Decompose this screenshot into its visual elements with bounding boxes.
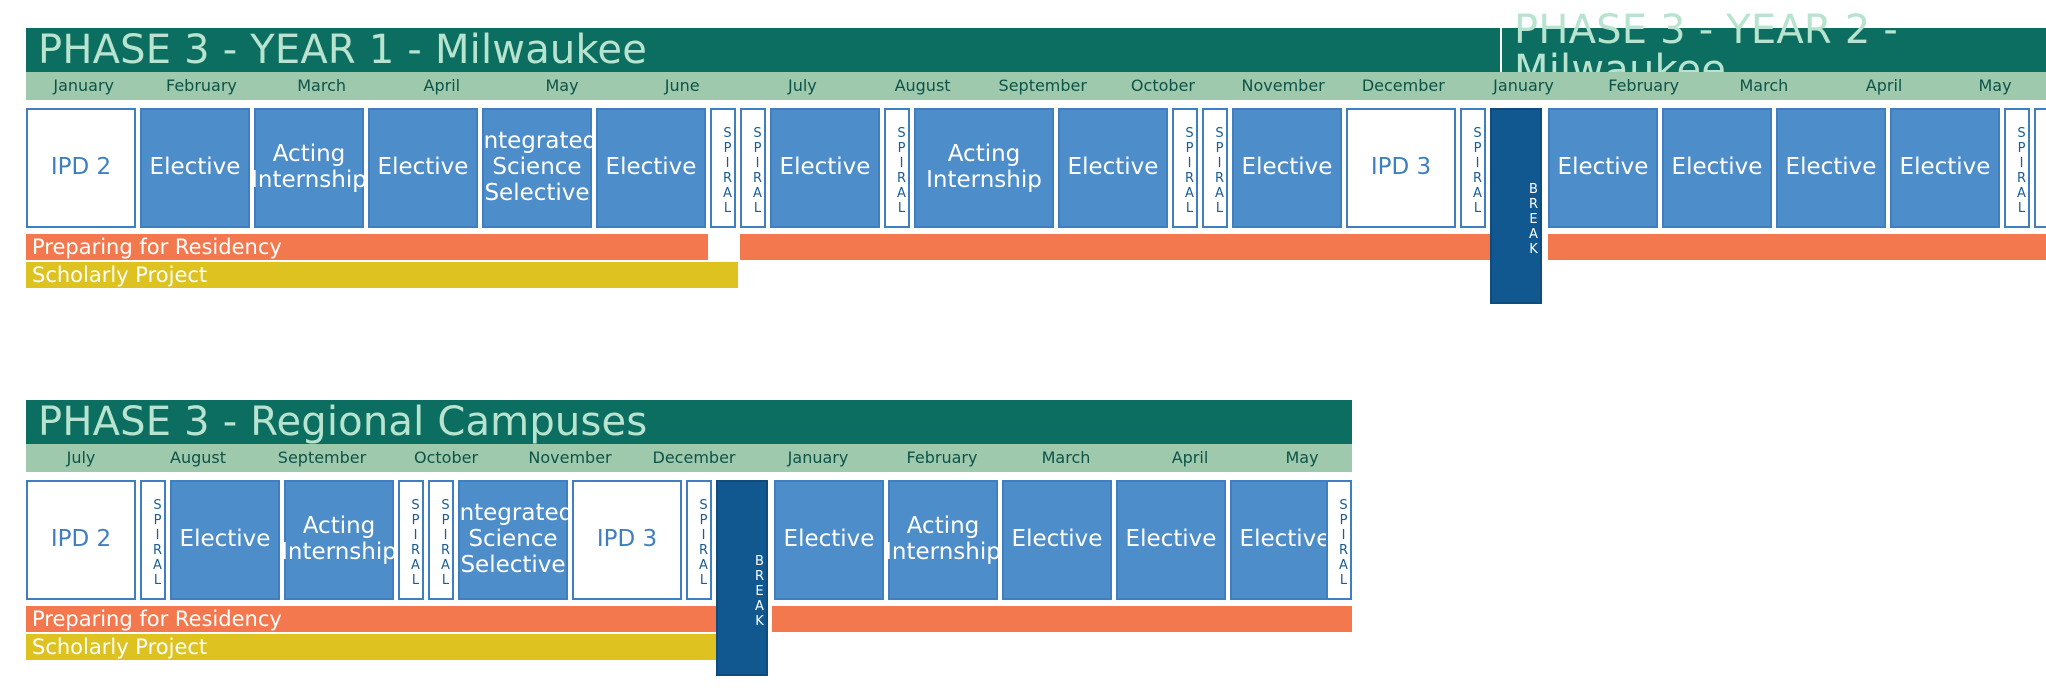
month-label: August	[894, 76, 951, 95]
block-integrated-science-selective[interactable]: Integrated Science Selective	[477, 108, 597, 228]
block-elective[interactable]: Elective	[140, 108, 250, 228]
block-acting-internship[interactable]: Acting Internship	[885, 480, 1001, 600]
month-label: January	[1493, 76, 1554, 95]
phase-header-regional: PHASE 3 - Regional Campuses	[26, 400, 1352, 444]
month-label: February	[1608, 76, 1680, 95]
month-label: May	[545, 76, 579, 95]
block-elective[interactable]: Elective	[1662, 108, 1772, 228]
block-elective[interactable]: Elective	[1230, 480, 1340, 600]
block-spiral[interactable]: SPIRAL	[1460, 108, 1486, 228]
month-label: February	[165, 76, 237, 95]
month-label: October	[1130, 76, 1195, 95]
block-spiral[interactable]: SPIRAL	[740, 108, 766, 228]
month-label: August	[170, 448, 226, 467]
block-spiral[interactable]: SPIRAL	[2004, 108, 2030, 228]
block-acting-internship[interactable]: Acting Internship	[281, 480, 397, 600]
block-ipd3[interactable]: IPD 3	[572, 480, 682, 600]
block-spiral[interactable]: SPIRAL	[428, 480, 454, 600]
bar-preparing-for-residency-segment	[740, 234, 1490, 260]
block-elective[interactable]: Elective	[368, 108, 478, 228]
month-label: October	[413, 448, 479, 467]
block-spiral[interactable]: SPIRAL	[710, 108, 736, 228]
phase-header-year2: PHASE 3 - YEAR 2 - Milwaukee	[1502, 10, 2046, 90]
month-label: March	[1739, 76, 1789, 95]
block-acting-internship[interactable]: Acting Internship	[914, 108, 1054, 228]
month-label: February	[906, 448, 978, 467]
block-elective[interactable]: Elective	[1890, 108, 2000, 228]
block-acting-internship[interactable]: Acting Internship	[251, 108, 367, 228]
block-elective[interactable]: Elective	[170, 480, 280, 600]
block-ipd3[interactable]: IPD 3	[1346, 108, 1456, 228]
month-label: July	[787, 76, 817, 95]
block-elective[interactable]: Elective	[1232, 108, 1342, 228]
month-label: March	[1041, 448, 1091, 467]
month-label: April	[1171, 448, 1209, 467]
block-integrated-science-selective[interactable]: Integrated Science Selective	[453, 480, 573, 600]
block-elective[interactable]: Elective	[770, 108, 880, 228]
month-label: December	[652, 448, 736, 467]
block-ipd2[interactable]: IPD 2	[26, 480, 136, 600]
month-label: September	[998, 76, 1087, 95]
block-spiral[interactable]: SPIRAL	[398, 480, 424, 600]
month-label: July	[66, 448, 96, 467]
bar-preparing-for-residency: Preparing for Residency	[26, 606, 716, 632]
block-ipd2[interactable]: IPD 2	[26, 108, 136, 228]
bar-scholarly-project: Scholarly Project	[26, 262, 738, 288]
bar-preparing-for-residency: Preparing for Residency	[26, 234, 708, 260]
month-label: March	[297, 76, 347, 95]
block-spiral[interactable]: SPIRAL	[686, 480, 712, 600]
block-row-regional: IPD 2 SPIRAL Elective Acting Internship …	[0, 480, 2046, 676]
block-spiral[interactable]: SPIRAL	[1202, 108, 1228, 228]
block-spiral[interactable]: SPIRAL	[1172, 108, 1198, 228]
month-label: September	[277, 448, 367, 467]
month-label: May	[1285, 448, 1319, 467]
month-label: June	[664, 76, 700, 95]
phase-header-year1: PHASE 3 - YEAR 1 - Milwaukee	[26, 28, 1500, 72]
month-label: November	[528, 448, 612, 467]
bar-preparing-for-residency-segment	[772, 606, 1352, 632]
block-elective[interactable]: Elective	[1058, 108, 1168, 228]
month-label: May	[1978, 76, 2012, 95]
bar-scholarly-project: Scholarly Project	[26, 634, 716, 660]
block-spiral[interactable]: SPIRAL	[2034, 108, 2046, 228]
block-row-milwaukee: IPD 2 Elective Acting Internship Electiv…	[0, 108, 2046, 304]
block-break[interactable]: BREAK	[716, 480, 768, 676]
block-spiral[interactable]: SPIRAL	[1326, 480, 1352, 600]
month-label: December	[1361, 76, 1445, 95]
block-elective[interactable]: Elective	[1116, 480, 1226, 600]
month-strip-regional: July August September October November D…	[26, 444, 1352, 472]
bar-preparing-for-residency-segment	[1548, 234, 2046, 260]
month-label: April	[1865, 76, 1903, 95]
block-elective[interactable]: Elective	[1002, 480, 1112, 600]
block-elective[interactable]: Elective	[1548, 108, 1658, 228]
block-spiral[interactable]: SPIRAL	[884, 108, 910, 228]
block-elective[interactable]: Elective	[774, 480, 884, 600]
block-elective[interactable]: Elective	[596, 108, 706, 228]
month-label: November	[1241, 76, 1325, 95]
block-break[interactable]: BREAK	[1490, 108, 1542, 304]
block-spiral[interactable]: SPIRAL	[140, 480, 166, 600]
month-strip-milwaukee: January February March April May June Ju…	[26, 72, 2046, 100]
curriculum-timeline-canvas: PHASE 3 - YEAR 1 - Milwaukee PHASE 3 - Y…	[0, 0, 2046, 692]
month-label: April	[423, 76, 461, 95]
month-label: January	[53, 76, 114, 95]
month-label: January	[787, 448, 849, 467]
block-elective[interactable]: Elective	[1776, 108, 1886, 228]
